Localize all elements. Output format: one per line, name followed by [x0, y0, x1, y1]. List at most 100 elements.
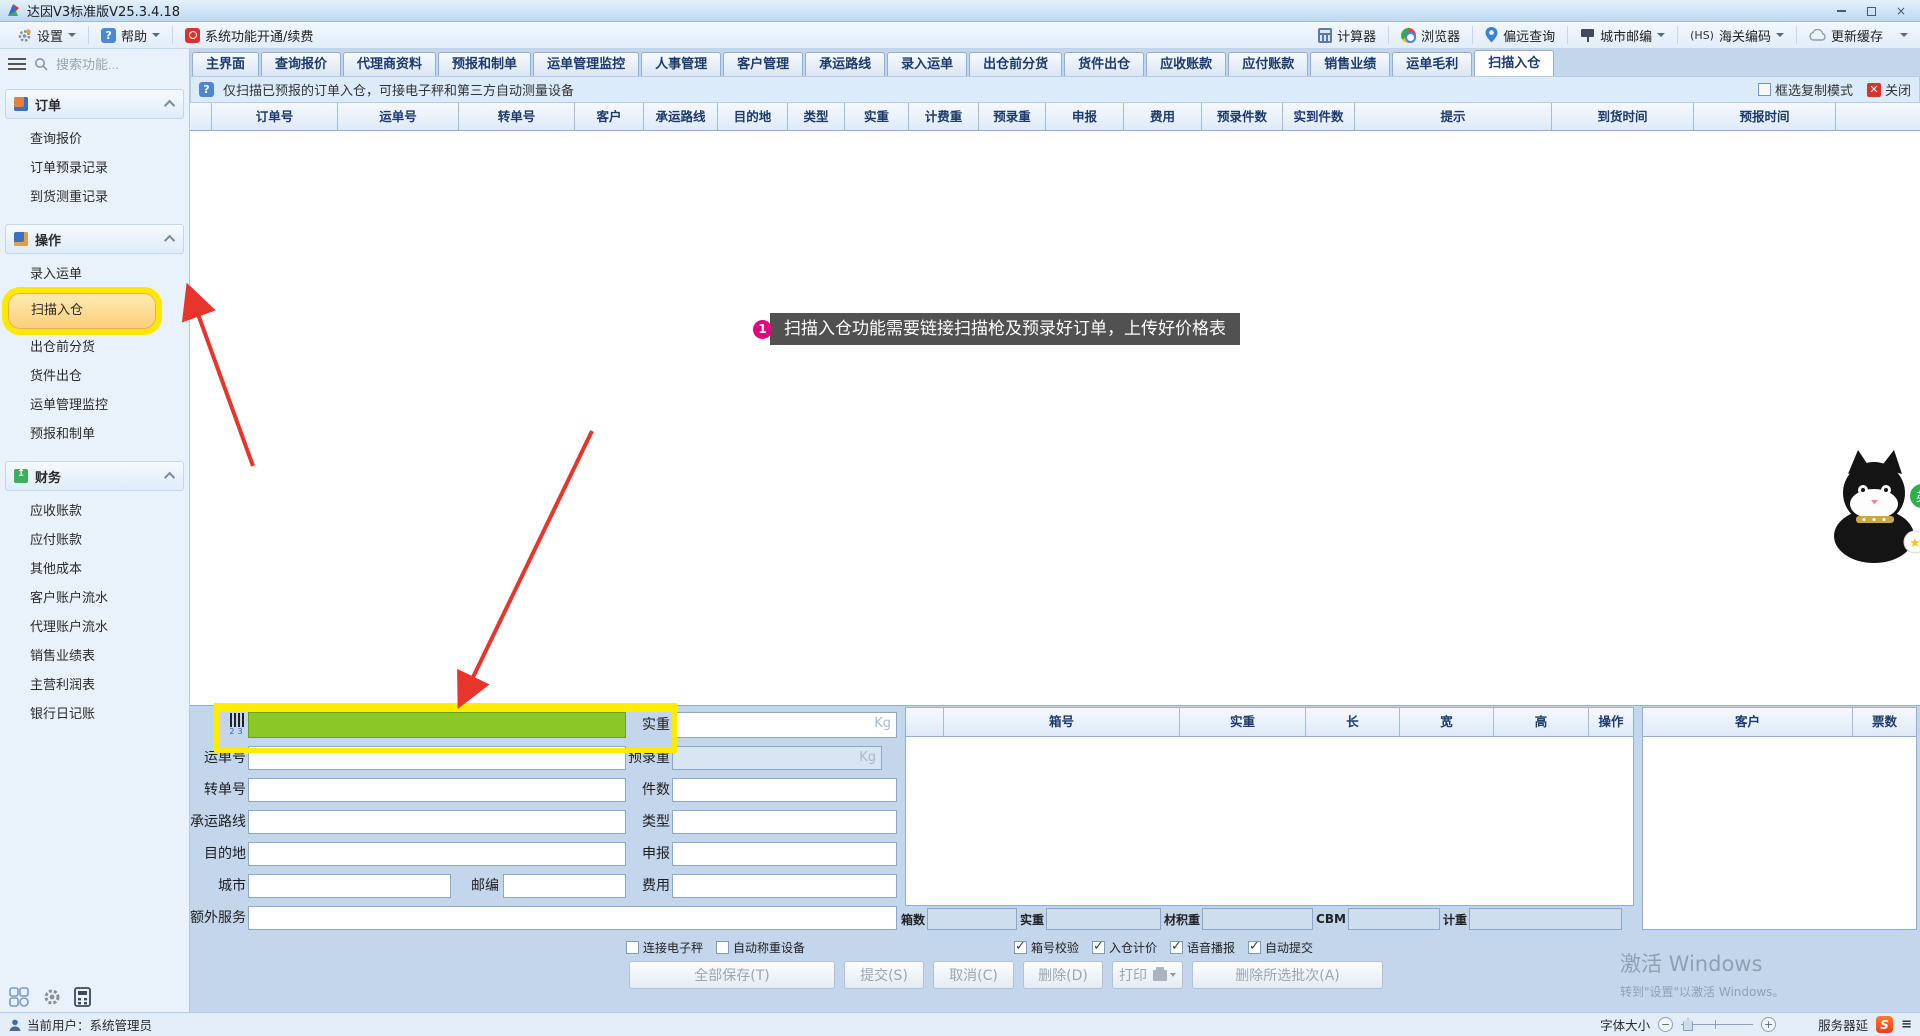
tab[interactable]: 代理商资料	[343, 52, 436, 76]
customer-table-body[interactable]	[1642, 737, 1917, 930]
column-header[interactable]: 高	[1494, 708, 1589, 736]
column-header[interactable]: 计费重	[909, 103, 979, 130]
column-header[interactable]: 客户	[575, 103, 644, 130]
orders-table-body[interactable]	[190, 131, 1920, 706]
action-button[interactable]: 提交(S)	[844, 961, 924, 989]
sidebar-item[interactable]: 订单预录记录	[5, 154, 184, 183]
tab[interactable]: 应付账款	[1228, 52, 1308, 76]
tab[interactable]: 出仓前分货	[969, 52, 1062, 76]
menu-settings[interactable]: 设置	[8, 24, 85, 47]
sidebar-section-operation-header[interactable]: 操作	[5, 224, 184, 254]
column-header[interactable]: 长	[1306, 708, 1400, 736]
column-header[interactable]: 目的地	[718, 103, 788, 130]
tool-city-postcode[interactable]: 城市邮编	[1571, 24, 1674, 47]
sidebar-item[interactable]: 应收账款	[5, 497, 184, 526]
action-button[interactable]: 打印	[1112, 961, 1183, 989]
menu-activation[interactable]: 系统功能开通/续费	[176, 24, 322, 47]
font-increase-button[interactable]: +	[1761, 1017, 1776, 1032]
hamburger-menu-icon[interactable]	[8, 58, 26, 70]
checkbox-icon[interactable]	[716, 941, 729, 954]
tab[interactable]: 销售业绩	[1310, 52, 1390, 76]
sidebar-item[interactable]: 到货测重记录	[5, 183, 184, 212]
type-input[interactable]	[672, 810, 897, 834]
calculator-icon[interactable]	[74, 987, 91, 1007]
column-header[interactable]: 类型	[788, 103, 845, 130]
gear-icon[interactable]	[43, 988, 61, 1006]
sidebar-item[interactable]: 客户账户流水	[5, 584, 184, 613]
sidebar-item[interactable]: 扫描入仓	[8, 293, 156, 329]
close-panel-button[interactable]: ✕ 关闭	[1867, 80, 1911, 99]
column-header[interactable]: 实重	[1180, 708, 1306, 736]
ime-icon[interactable]: S	[1876, 1016, 1893, 1033]
sidebar-item[interactable]: 货件出仓	[5, 362, 184, 391]
tab[interactable]: 人事管理	[641, 52, 721, 76]
tab[interactable]: 运单毛利	[1392, 52, 1472, 76]
column-header[interactable]	[906, 708, 944, 736]
search-input[interactable]	[56, 57, 166, 72]
total-value-input[interactable]	[1469, 908, 1622, 930]
postcode-input[interactable]	[503, 874, 626, 898]
toolbar-overflow-icon[interactable]	[1900, 33, 1908, 37]
copy-mode-toggle[interactable]: 框选复制模式	[1758, 80, 1853, 99]
tab[interactable]: 查询报价	[261, 52, 341, 76]
tool-refresh-cache[interactable]: 更新缓存	[1800, 24, 1892, 47]
sidebar-item[interactable]: 销售业绩表	[5, 642, 184, 671]
action-button[interactable]: 取消(C)	[933, 961, 1014, 989]
tab[interactable]: 扫描入仓	[1474, 50, 1554, 76]
column-header[interactable]: 票数	[1853, 708, 1916, 736]
font-decrease-button[interactable]: −	[1658, 1017, 1673, 1032]
city-input[interactable]	[248, 874, 451, 898]
scan-barcode-input[interactable]	[248, 712, 626, 738]
fee-input[interactable]	[672, 874, 897, 898]
total-value-input[interactable]	[1046, 908, 1161, 930]
tool-hs-code[interactable]: (HS) 海关编码	[1681, 24, 1793, 47]
tab[interactable]: 预报和制单	[438, 52, 531, 76]
sidebar-item[interactable]: 运单管理监控	[5, 391, 184, 420]
column-header[interactable]: 操作	[1589, 708, 1633, 736]
tool-browser[interactable]: 浏览器	[1392, 24, 1469, 47]
sidebar-item[interactable]: 预报和制单	[5, 420, 184, 449]
extra-service-input[interactable]	[248, 906, 897, 930]
checkbox-icon[interactable]	[1092, 941, 1105, 954]
column-header[interactable]: 到货时间	[1552, 103, 1694, 130]
column-header[interactable]: 申报	[1046, 103, 1124, 130]
total-value-input[interactable]	[1202, 908, 1313, 930]
column-header[interactable]: 预录重	[979, 103, 1046, 130]
declare-input[interactable]	[672, 842, 897, 866]
scan-option[interactable]: 入仓计价	[1092, 939, 1157, 956]
sidebar-item[interactable]: 代理账户流水	[5, 613, 184, 642]
column-header[interactable]: 订单号	[212, 103, 338, 130]
action-button[interactable]: 全部保存(T)	[629, 961, 835, 989]
sidebar-item[interactable]: 出仓前分货	[5, 333, 184, 362]
font-size-slider[interactable]	[1681, 1017, 1753, 1032]
column-header[interactable]: 转单号	[459, 103, 575, 130]
checkbox-icon[interactable]	[1014, 941, 1027, 954]
destination-input[interactable]	[248, 842, 626, 866]
device-option[interactable]: 自动称重设备	[716, 939, 805, 956]
column-header[interactable]: 实重	[845, 103, 909, 130]
tab[interactable]: 主界面	[192, 52, 259, 76]
box-table-body[interactable]	[905, 737, 1634, 906]
tab[interactable]: 录入运单	[887, 52, 967, 76]
column-header[interactable]: 预报时间	[1694, 103, 1836, 130]
close-button[interactable]: ×	[1886, 0, 1916, 22]
apps-grid-icon[interactable]	[8, 986, 30, 1008]
menu-help[interactable]: ? 帮助	[92, 24, 169, 47]
sidebar-item[interactable]: 应付账款	[5, 526, 184, 555]
column-header[interactable]: 承运路线	[644, 103, 718, 130]
tab[interactable]: 货件出仓	[1064, 52, 1144, 76]
column-header[interactable]: 箱号	[944, 708, 1180, 736]
total-value-input[interactable]	[927, 908, 1017, 930]
column-header[interactable]: 提示	[1355, 103, 1552, 130]
pre-weight-input[interactable]: Kg	[672, 746, 882, 770]
column-header[interactable]: 宽	[1400, 708, 1494, 736]
waybill-input[interactable]	[248, 746, 626, 770]
pieces-input[interactable]	[672, 778, 897, 802]
transfer-no-input[interactable]	[248, 778, 626, 802]
tab[interactable]: 客户管理	[723, 52, 803, 76]
actual-weight-input[interactable]: Kg	[672, 712, 897, 738]
tab[interactable]: 运单管理监控	[533, 52, 639, 76]
route-input[interactable]	[248, 810, 626, 834]
sidebar-item[interactable]: 其他成本	[5, 555, 184, 584]
scan-option[interactable]: 箱号校验	[1014, 939, 1079, 956]
